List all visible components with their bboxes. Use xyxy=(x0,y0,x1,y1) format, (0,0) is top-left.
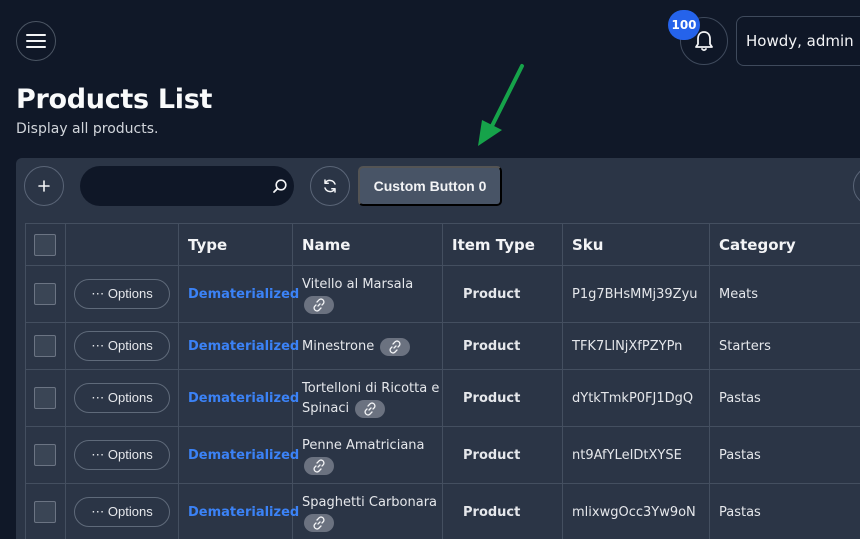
table-header-row: Type Name Item Type Sku Category xyxy=(25,223,860,266)
item-type-cell: Product xyxy=(442,265,563,323)
page-title: Products List xyxy=(16,84,213,115)
link-icon[interactable] xyxy=(304,295,334,314)
name-cell: Spaghetti Carbonara xyxy=(292,483,443,539)
column-header-sku[interactable]: Sku xyxy=(562,223,710,266)
search-box xyxy=(80,166,294,206)
column-header-type[interactable]: Type xyxy=(178,223,293,266)
page-subtitle: Display all products. xyxy=(16,121,159,137)
row-checkbox[interactable] xyxy=(34,335,56,357)
table-row: ⋯ Options Dematerialized Penne Amatricia… xyxy=(25,426,860,484)
name-cell: Minestrone xyxy=(292,322,443,370)
column-header-actions xyxy=(65,223,179,266)
options-button[interactable]: ⋯ Options xyxy=(74,440,170,470)
options-button[interactable]: ⋯ Options xyxy=(74,331,170,361)
type-cell: Dematerialized xyxy=(178,483,299,539)
column-header-category[interactable]: Category xyxy=(709,223,860,266)
search-icon[interactable] xyxy=(266,178,294,194)
name-cell: Tortelloni di Ricotta e Spinaci xyxy=(292,369,443,427)
name-cell: Vitello al Marsala xyxy=(292,265,443,323)
options-cell: ⋯ Options xyxy=(65,369,179,427)
menu-button[interactable] xyxy=(16,21,56,61)
table-row: ⋯ Options Dematerialized Spaghetti Carbo… xyxy=(25,483,860,539)
column-header-name[interactable]: Name xyxy=(292,223,443,266)
sku-cell: mlixwgOcc3Yw9oN xyxy=(562,483,710,539)
item-type-cell: Product xyxy=(442,369,563,427)
table-row: ⋯ Options Dematerialized Tortelloni di R… xyxy=(25,369,860,427)
product-name: Penne Amatriciana xyxy=(302,438,425,453)
row-select-cell xyxy=(25,426,66,484)
hamburger-icon xyxy=(26,34,46,48)
options-cell: ⋯ Options xyxy=(65,426,179,484)
category-cell: Pastas xyxy=(709,483,860,539)
type-value: Dematerialized xyxy=(188,390,300,406)
products-table: Type Name Item Type Sku Category ⋯ Optio… xyxy=(25,223,860,539)
row-select-cell xyxy=(25,369,66,427)
options-cell: ⋯ Options xyxy=(65,265,179,323)
type-value: Dematerialized xyxy=(188,338,300,354)
type-value: Dematerialized xyxy=(188,286,300,302)
category-cell: Pastas xyxy=(709,369,860,427)
row-checkbox[interactable] xyxy=(34,283,56,305)
item-type-cell: Product xyxy=(442,483,563,539)
column-header-item-type[interactable]: Item Type xyxy=(442,223,563,266)
sku-cell: P1g7BHsMMj39Zyu xyxy=(562,265,710,323)
sku-cell: nt9AfYLeIDtXYSE xyxy=(562,426,710,484)
row-select-cell xyxy=(25,265,66,323)
options-button[interactable]: ⋯ Options xyxy=(74,497,170,527)
type-cell: Dematerialized xyxy=(178,265,299,323)
category-cell: Starters xyxy=(709,322,860,370)
products-page: 100 Howdy, admin Products List Display a… xyxy=(0,0,860,539)
row-select-cell xyxy=(25,322,66,370)
options-button[interactable]: ⋯ Options xyxy=(74,279,170,309)
row-checkbox[interactable] xyxy=(34,501,56,523)
sku-cell: TFK7LlNjXfPZYPn xyxy=(562,322,710,370)
product-name: Vitello al Marsala xyxy=(302,277,414,292)
row-checkbox[interactable] xyxy=(34,387,56,409)
refresh-icon xyxy=(324,179,336,193)
search-input[interactable] xyxy=(80,166,266,206)
options-cell: ⋯ Options xyxy=(65,322,179,370)
link-icon[interactable] xyxy=(380,337,411,356)
item-type-cell: Product xyxy=(442,426,563,484)
sku-cell: dYtkTmkP0FJ1DgQ xyxy=(562,369,710,427)
product-name: Spaghetti Carbonara xyxy=(302,495,438,510)
type-value: Dematerialized xyxy=(188,504,300,520)
category-cell: Pastas xyxy=(709,426,860,484)
select-all-cell xyxy=(25,223,66,266)
select-all-checkbox[interactable] xyxy=(34,233,56,256)
item-type-cell: Product xyxy=(442,322,563,370)
user-menu-button[interactable]: Howdy, admin xyxy=(736,16,860,66)
arrow-annotation xyxy=(478,64,524,146)
type-cell: Dematerialized xyxy=(178,426,299,484)
options-cell: ⋯ Options xyxy=(65,483,179,539)
type-cell: Dematerialized xyxy=(178,322,299,370)
type-value: Dematerialized xyxy=(188,447,300,463)
link-icon[interactable] xyxy=(304,513,334,532)
link-icon[interactable] xyxy=(304,456,334,475)
refresh-button[interactable] xyxy=(310,166,350,206)
options-button[interactable]: ⋯ Options xyxy=(74,383,170,413)
name-cell: Penne Amatriciana xyxy=(292,426,443,484)
table-row: ⋯ Options Dematerialized Vitello al Mars… xyxy=(25,265,860,323)
product-name: Minestrone xyxy=(302,339,375,354)
type-cell: Dematerialized xyxy=(178,369,299,427)
add-product-button[interactable] xyxy=(24,166,64,206)
row-select-cell xyxy=(25,483,66,539)
notification-count-badge: 100 xyxy=(668,10,700,40)
link-icon[interactable] xyxy=(355,399,386,418)
custom-button-0[interactable]: Custom Button 0 xyxy=(358,166,502,206)
table-row: ⋯ Options Dematerialized Minestrone Prod… xyxy=(25,322,860,370)
plus-icon xyxy=(38,180,50,192)
row-checkbox[interactable] xyxy=(34,444,56,466)
category-cell: Meats xyxy=(709,265,860,323)
